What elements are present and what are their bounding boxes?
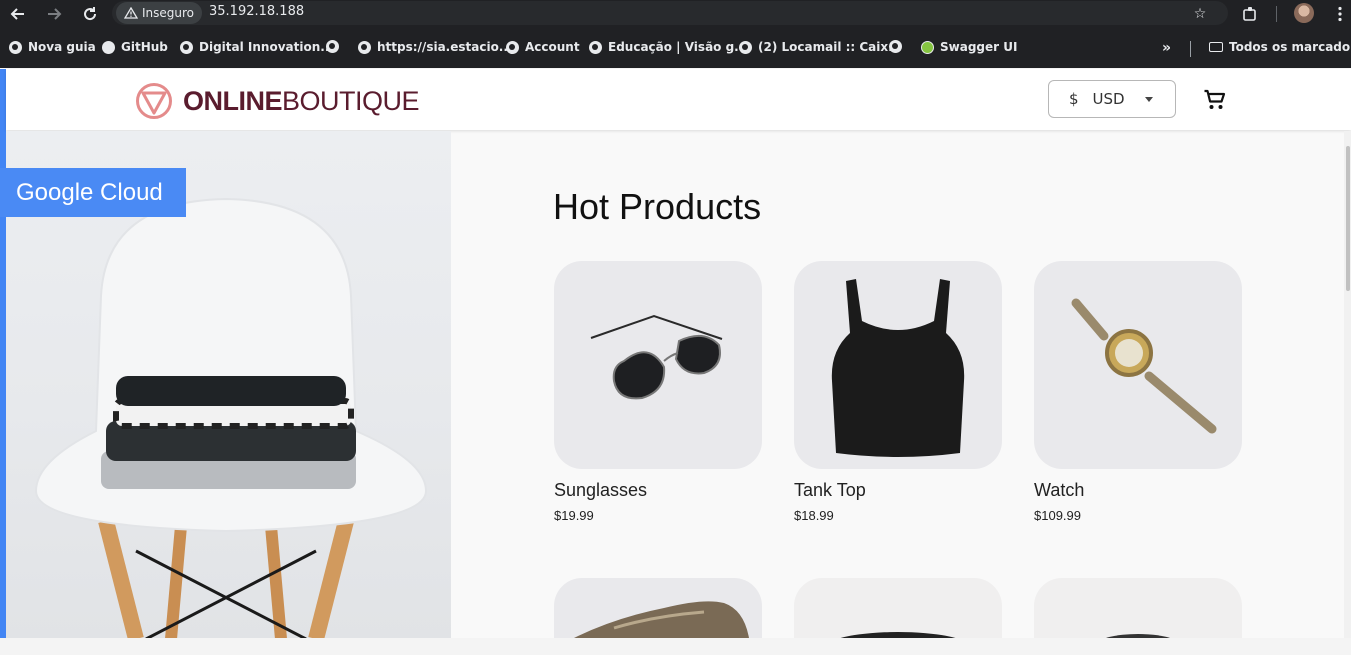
bookmark-item[interactable]: Account bbox=[506, 40, 580, 54]
currency-code: USD bbox=[1092, 90, 1125, 108]
google-cloud-badge: Google Cloud bbox=[0, 168, 186, 217]
github-icon bbox=[102, 40, 115, 54]
all-bookmarks-button[interactable]: Todos os marcadores bbox=[1209, 40, 1351, 54]
globe-icon bbox=[506, 40, 519, 54]
forward-icon[interactable] bbox=[42, 2, 66, 26]
bookmark-item[interactable] bbox=[889, 40, 902, 53]
browser-toolbar: Inseguro 35.192.18.188 ☆ bbox=[0, 0, 1351, 28]
product-name[interactable]: Sunglasses bbox=[554, 480, 647, 501]
warning-icon bbox=[124, 7, 138, 19]
product-price: $109.99 bbox=[1034, 508, 1081, 523]
product-image-watch[interactable] bbox=[1034, 261, 1242, 469]
bookmark-item[interactable]: Swagger UI bbox=[921, 40, 1017, 54]
globe-icon bbox=[589, 40, 602, 54]
logo-mark-icon bbox=[136, 83, 172, 119]
globe-icon bbox=[358, 40, 371, 54]
product-name[interactable]: Watch bbox=[1034, 480, 1084, 501]
swagger-icon bbox=[921, 40, 934, 54]
caret-down-icon bbox=[1144, 96, 1153, 102]
globe-icon bbox=[180, 40, 193, 54]
extensions-icon[interactable] bbox=[1239, 3, 1261, 25]
back-icon[interactable] bbox=[6, 2, 30, 26]
url-text[interactable]: 35.192.18.188 bbox=[209, 4, 304, 19]
bookmark-item[interactable] bbox=[326, 40, 339, 53]
section-title: Hot Products bbox=[553, 186, 762, 227]
watch-icon bbox=[1071, 298, 1217, 434]
bookmark-item[interactable]: GitHub bbox=[102, 40, 168, 54]
sunglasses-icon bbox=[590, 314, 723, 400]
reload-icon[interactable] bbox=[78, 2, 102, 26]
tank-top-icon bbox=[831, 279, 965, 457]
security-label: Inseguro bbox=[142, 6, 195, 20]
shoe-icon bbox=[574, 601, 749, 638]
globe-icon bbox=[889, 40, 902, 53]
product-image-item-6[interactable] bbox=[1034, 578, 1242, 638]
menu-dots-icon[interactable] bbox=[1329, 3, 1351, 25]
page-bottom bbox=[0, 638, 1351, 655]
folder-icon bbox=[1209, 42, 1223, 52]
globe-icon bbox=[326, 40, 339, 53]
bookmarks-divider bbox=[1190, 41, 1191, 57]
product-thumbnail bbox=[840, 632, 956, 638]
brand-name: ONLINEBOUTIQUE bbox=[183, 85, 420, 116]
product-image-tank-top[interactable] bbox=[794, 261, 1002, 469]
bookmark-item[interactable]: Educação | Visão g... bbox=[589, 40, 748, 54]
profile-avatar[interactable] bbox=[1294, 3, 1314, 23]
bookmark-item[interactable]: https://sia.estacio.... bbox=[358, 40, 517, 54]
globe-icon bbox=[9, 40, 22, 54]
product-image-loafers[interactable] bbox=[554, 578, 762, 638]
site-logo[interactable]: ONLINEBOUTIQUE bbox=[135, 82, 420, 120]
cart-icon[interactable] bbox=[1203, 88, 1227, 112]
bookmark-item[interactable]: Digital Innovation... bbox=[180, 40, 334, 54]
product-thumbnail bbox=[1106, 634, 1170, 638]
product-price: $19.99 bbox=[554, 508, 594, 523]
scrollbar-thumb[interactable] bbox=[1346, 146, 1350, 291]
security-chip[interactable]: Inseguro bbox=[116, 2, 203, 24]
product-image-sunglasses[interactable] bbox=[554, 261, 762, 469]
bookmark-item[interactable]: (2) Locamail :: Caix... bbox=[739, 40, 902, 54]
currency-symbol: $ bbox=[1069, 90, 1079, 108]
product-name[interactable]: Tank Top bbox=[794, 480, 866, 501]
bookmarks-bar: Nova guia GitHub Digital Innovation... h… bbox=[0, 28, 1351, 68]
globe-icon bbox=[739, 40, 752, 54]
product-image-item-5[interactable] bbox=[794, 578, 1002, 638]
currency-select[interactable]: $ USD bbox=[1048, 80, 1176, 118]
star-icon[interactable]: ☆ bbox=[1189, 3, 1211, 25]
bookmarks-overflow-button[interactable]: » bbox=[1162, 40, 1171, 56]
toolbar-divider bbox=[1276, 6, 1277, 22]
product-price: $18.99 bbox=[794, 508, 834, 523]
bookmark-item[interactable]: Nova guia bbox=[9, 40, 96, 54]
